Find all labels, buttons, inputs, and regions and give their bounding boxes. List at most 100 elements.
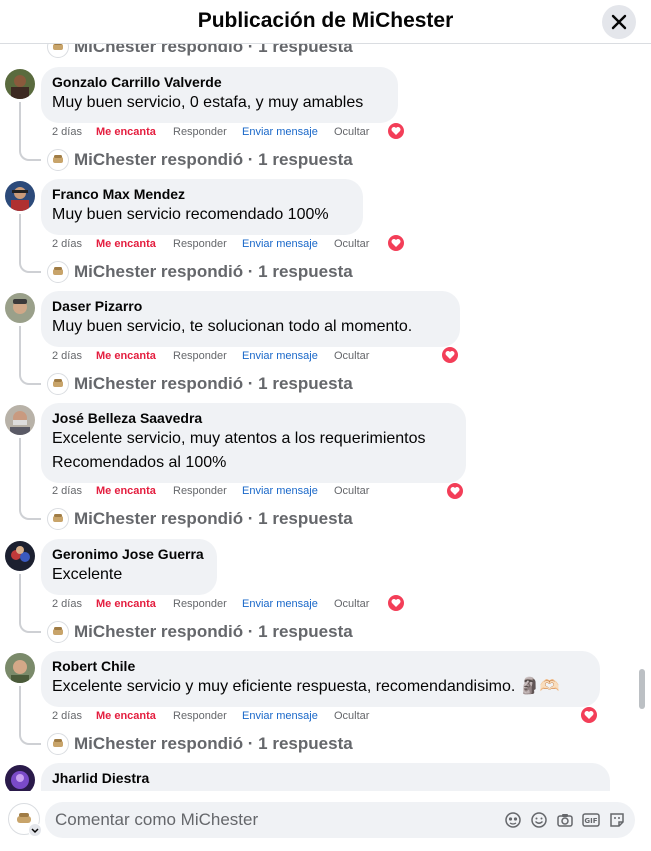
send-message-link[interactable]: Enviar mensaje	[242, 710, 318, 722]
reply-button[interactable]: Responder	[173, 126, 227, 138]
michester-logo	[47, 373, 69, 395]
hide-button[interactable]: Ocultar	[334, 350, 369, 362]
thread-line	[19, 102, 41, 161]
chevron-down-icon[interactable]	[28, 823, 42, 837]
comment-time[interactable]: 2 días	[52, 238, 82, 250]
michester-logo	[47, 149, 69, 171]
heart-reaction-icon[interactable]	[441, 346, 459, 364]
svg-text:GIF: GIF	[584, 817, 597, 825]
comment: José Belleza Saavedra Excelente servicio…	[0, 401, 630, 537]
love-button[interactable]: Me encanta	[96, 126, 156, 138]
comment-author[interactable]: Geronimo Jose Guerra	[52, 545, 205, 563]
comment: Gonzalo Carrillo Valverde Muy buen servi…	[0, 65, 630, 177]
love-button[interactable]: Me encanta	[96, 350, 156, 362]
send-message-link[interactable]: Enviar mensaje	[242, 126, 318, 138]
hide-button[interactable]: Ocultar	[334, 126, 369, 138]
michester-logo	[47, 44, 69, 58]
thread-line	[19, 214, 41, 273]
comment-time[interactable]: 2 días	[52, 126, 82, 138]
heart-reaction-icon[interactable]	[387, 234, 405, 252]
comment-bubble: José Belleza Saavedra Excelente servicio…	[41, 403, 466, 483]
comment-text: Muy buen servicio, te solucionan todo al…	[52, 318, 413, 335]
reply-button[interactable]: Responder	[173, 710, 227, 722]
comments-feed[interactable]: MiChester respondió · 1 respuesta Gonzal…	[0, 44, 651, 791]
comment-text-line: Excelente servicio, muy atentos a los re…	[52, 430, 426, 447]
comment-time[interactable]: 2 días	[52, 710, 82, 722]
comment-time[interactable]: 2 días	[52, 598, 82, 610]
thread-line	[19, 686, 41, 745]
comment-text-line: Recomendados al 100%	[52, 454, 227, 471]
michester-logo	[47, 621, 69, 643]
send-message-link[interactable]: Enviar mensaje	[242, 598, 318, 610]
reply-button[interactable]: Responder	[173, 238, 227, 250]
reply-summary-label: MiChester respondió · 1 respuesta	[74, 374, 353, 393]
comment: Jharlid Diestra	[0, 761, 630, 791]
close-button[interactable]	[602, 5, 636, 39]
comment-author[interactable]: Franco Max Mendez	[52, 185, 351, 203]
comment-bubble: Robert Chile Excelente servicio y muy ef…	[41, 651, 600, 707]
comment-bubble: Daser Pizarro Muy buen servicio, te solu…	[41, 291, 460, 347]
reply-button[interactable]: Responder	[173, 350, 227, 362]
love-button[interactable]: Me encanta	[96, 238, 156, 250]
comment-time[interactable]: 2 días	[52, 485, 82, 497]
close-icon	[611, 14, 627, 30]
reply-button[interactable]: Responder	[173, 485, 227, 497]
michester-logo	[47, 261, 69, 283]
heart-reaction-icon[interactable]	[387, 122, 405, 140]
thread-line	[19, 326, 41, 385]
send-message-link[interactable]: Enviar mensaje	[242, 485, 318, 497]
heart-reaction-icon[interactable]	[580, 706, 598, 724]
send-message-link[interactable]: Enviar mensaje	[242, 350, 318, 362]
reply-summary-label: MiChester respondió · 1 respuesta	[74, 622, 353, 641]
avatar[interactable]	[5, 765, 35, 791]
gif-icon[interactable]: GIF	[581, 810, 601, 830]
avatar[interactable]	[5, 293, 35, 323]
comment-bubble: Gonzalo Carrillo Valverde Muy buen servi…	[41, 67, 398, 123]
comment-text: Excelente servicio y muy eficiente respu…	[52, 678, 560, 695]
emoji-icon[interactable]	[529, 810, 549, 830]
thread-line	[19, 574, 41, 633]
hide-button[interactable]: Ocultar	[334, 485, 369, 497]
comment-author[interactable]: Daser Pizarro	[52, 297, 448, 315]
reply-summary-label: MiChester respondió · 1 respuesta	[74, 734, 353, 753]
avatar[interactable]	[5, 69, 35, 99]
avatar[interactable]	[5, 181, 35, 211]
comment-bubble: Geronimo Jose Guerra Excelente	[41, 539, 217, 595]
comment-composer: GIF	[0, 791, 651, 851]
love-button[interactable]: Me encanta	[96, 598, 156, 610]
dialog-header: Publicación de MiChester	[0, 0, 651, 44]
love-button[interactable]: Me encanta	[96, 710, 156, 722]
comment-text: Muy buen servicio recomendado 100%	[52, 206, 329, 223]
comment: Robert Chile Excelente servicio y muy ef…	[0, 649, 630, 761]
avatar[interactable]	[5, 653, 35, 683]
comment-author[interactable]: Robert Chile	[52, 657, 588, 675]
avatar[interactable]	[5, 541, 35, 571]
sticker-icon[interactable]	[607, 810, 627, 830]
send-message-link[interactable]: Enviar mensaje	[242, 238, 318, 250]
hide-button[interactable]: Ocultar	[334, 238, 369, 250]
avatar[interactable]	[5, 405, 35, 435]
reply-summary-label: MiChester respondió · 1 respuesta	[74, 509, 353, 528]
scrollbar-thumb[interactable]	[639, 669, 645, 709]
camera-icon[interactable]	[555, 810, 575, 830]
love-button[interactable]: Me encanta	[96, 485, 156, 497]
heart-reaction-icon[interactable]	[446, 482, 464, 500]
comment-bubble: Jharlid Diestra	[41, 763, 610, 791]
comment: Franco Max Mendez Muy buen servicio reco…	[0, 177, 630, 289]
comment-author[interactable]: Gonzalo Carrillo Valverde	[52, 73, 386, 91]
heart-reaction-icon[interactable]	[387, 594, 405, 612]
reply-button[interactable]: Responder	[173, 598, 227, 610]
comment-author[interactable]: José Belleza Saavedra	[52, 409, 454, 427]
michester-logo	[47, 508, 69, 530]
comment-time[interactable]: 2 días	[52, 350, 82, 362]
michester-logo	[47, 733, 69, 755]
hide-button[interactable]: Ocultar	[334, 598, 369, 610]
comment: Geronimo Jose Guerra Excelente 2 días Me…	[0, 537, 630, 649]
avatar-sticker-icon[interactable]	[503, 810, 523, 830]
hide-button[interactable]: Ocultar	[334, 710, 369, 722]
comment-author[interactable]: Jharlid Diestra	[52, 769, 598, 787]
reply-summary-label: MiChester respondió · 1 respuesta	[74, 44, 353, 56]
comment-text: Muy buen servicio, 0 estafa, y muy amabl…	[52, 94, 364, 111]
thread-line	[19, 438, 41, 520]
reply-summary-label: MiChester respondió · 1 respuesta	[74, 150, 353, 169]
